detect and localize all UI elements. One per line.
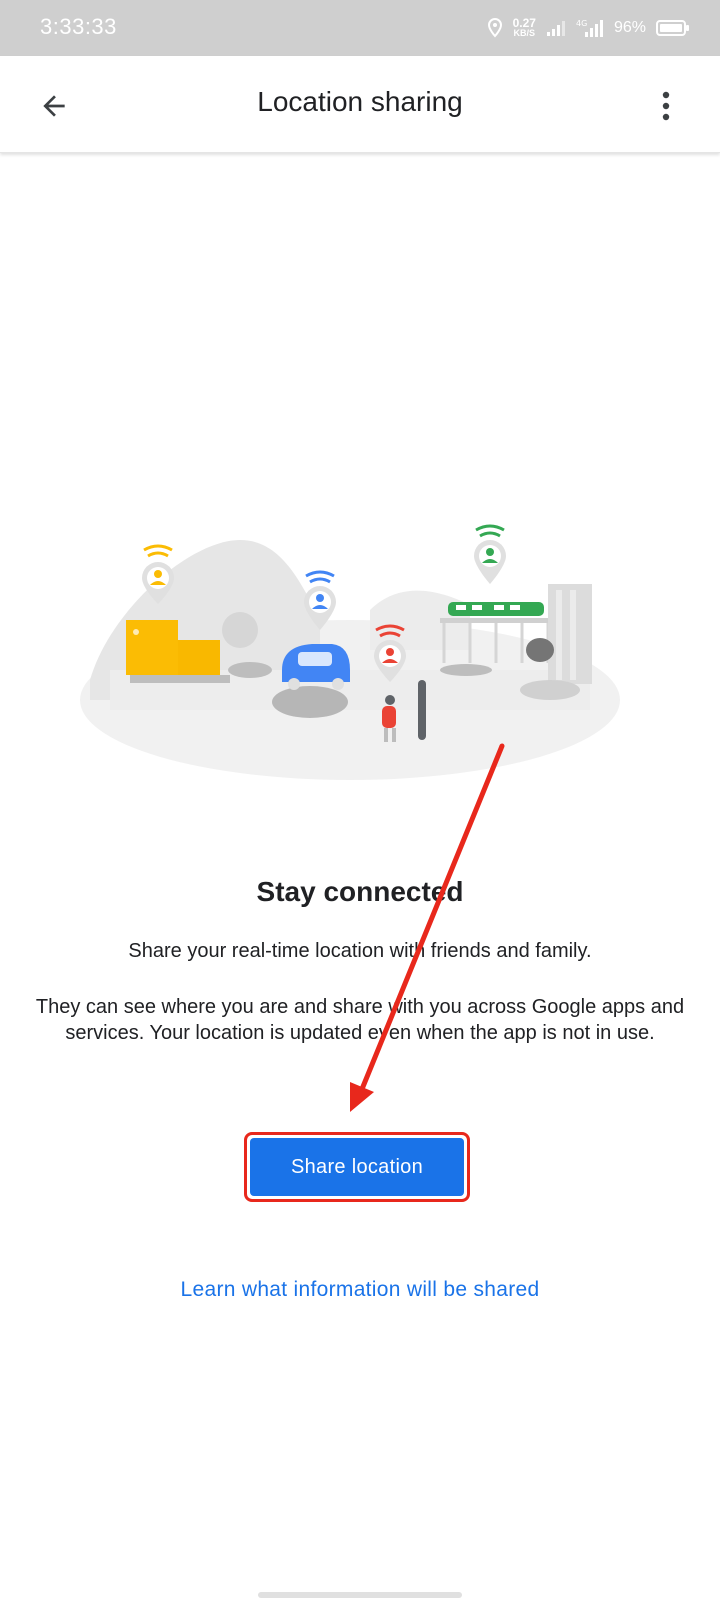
4g-signal-icon: 4G [576,19,603,37]
status-time: 3:33:33 [40,14,117,39]
svg-text:4G: 4G [576,19,587,28]
annotation-arrow [350,743,505,1112]
network-speed-value: 0.27 [512,16,536,30]
green-person-pin [474,524,506,584]
share-location-button[interactable]: Share location [250,1138,464,1196]
network-speed: 0.27 KB/S [512,16,536,38]
more-vert-icon [662,91,670,121]
more-options-button[interactable] [646,78,686,134]
gesture-nav-handle[interactable] [258,1592,462,1598]
location-icon [487,18,502,38]
learn-more-link[interactable]: Learn what information will be shared [0,1278,720,1302]
page-title: Location sharing [257,86,463,117]
app-bar: Location sharing [0,56,720,153]
description-secondary: They can see where you are and share wit… [35,996,685,1044]
network-speed-unit: KB/S [513,28,536,38]
description-primary: Share your real-time location with frien… [128,940,592,962]
status-icons: 0.27 KB/S 4G 96% [487,12,690,44]
location-sharing-illustration [80,524,620,780]
battery-icon [656,20,689,36]
signal-icon [546,21,565,36]
status-bar: 3:33:33 0.27 KB/S 4G 96% [0,0,720,56]
heading: Stay connected [256,876,464,907]
battery-percent: 96% [613,19,646,36]
